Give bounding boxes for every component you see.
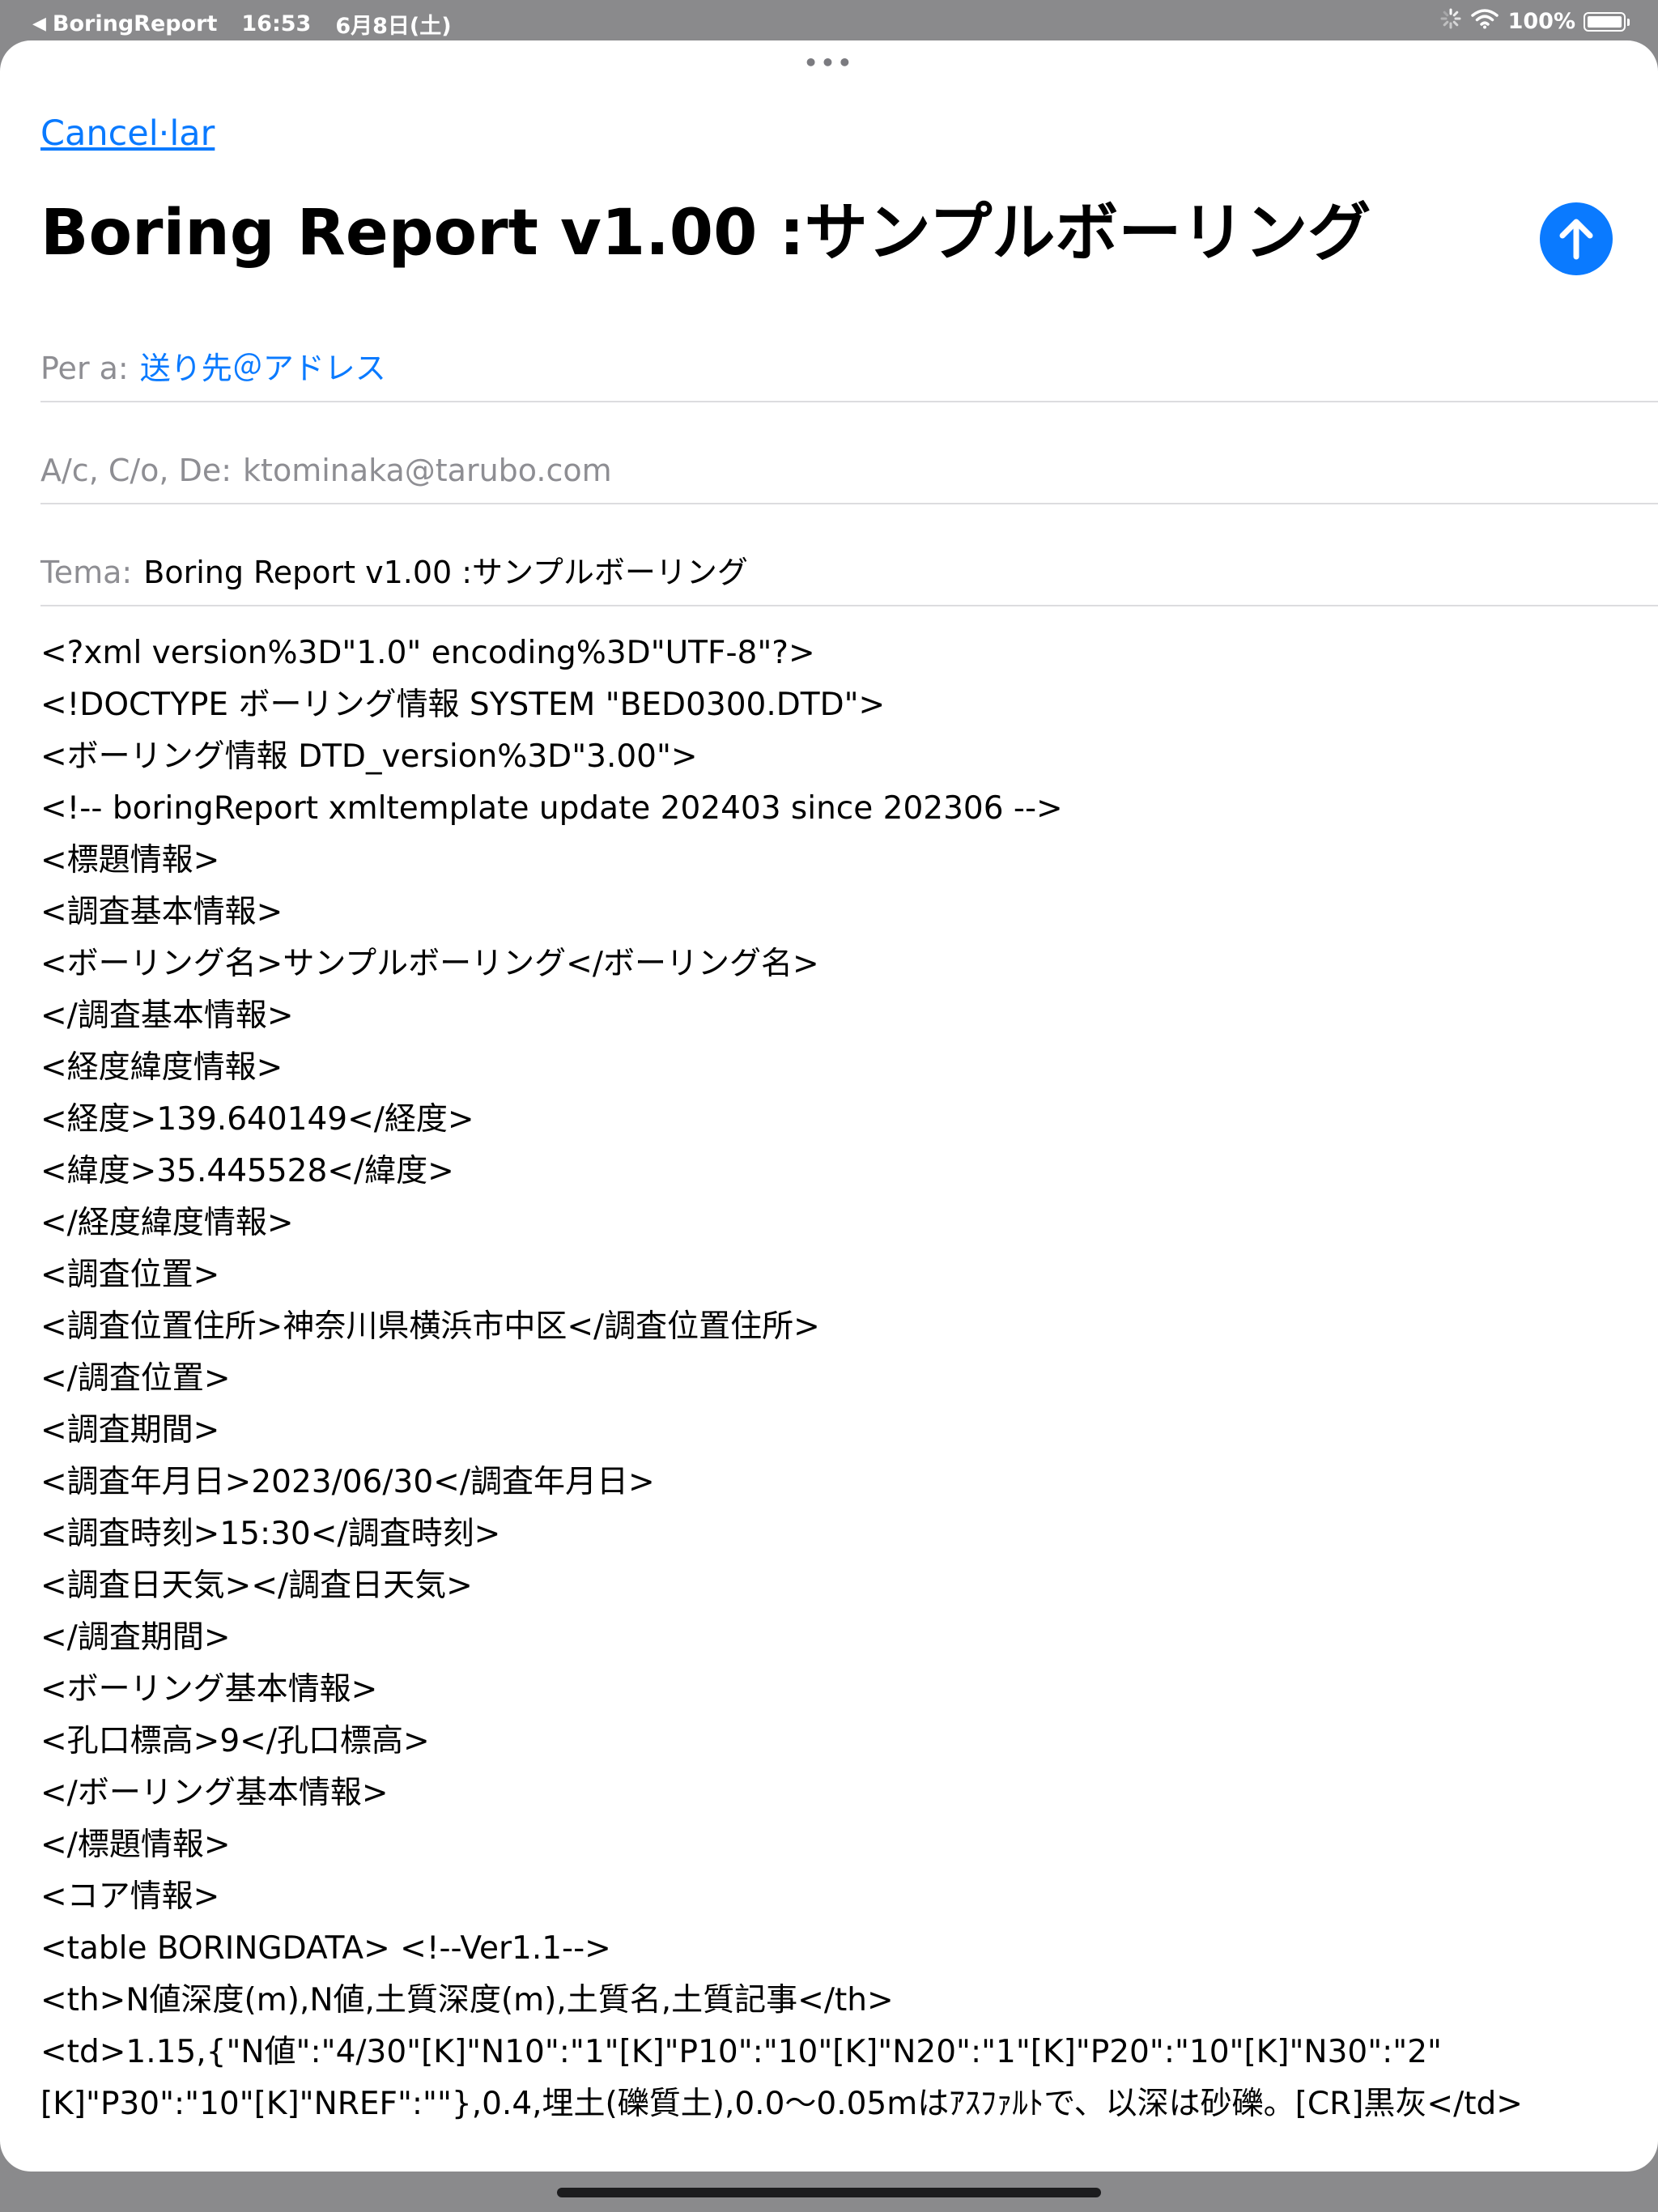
body-line: <調査日天気></調査日天気>	[40, 1568, 473, 1604]
body-line: <経度緯度情報>	[40, 1049, 283, 1086]
from-address: ktominaka@tarubo.com	[243, 453, 612, 488]
activity-spinner-icon	[1440, 8, 1461, 35]
body-line: </調査基本情報>	[40, 998, 294, 1034]
body-line: </標題情報>	[40, 1827, 231, 1863]
body-line: </ボーリング基本情報>	[40, 1775, 389, 1811]
subject-label: Tema:	[40, 555, 133, 590]
send-button[interactable]	[1540, 202, 1613, 275]
body-line: <標題情報>	[40, 842, 220, 878]
body-line: <経度>139.640149</経度>	[40, 1101, 474, 1138]
body-line: <調査年月日>2023/06/30</調査年月日>	[40, 1464, 655, 1500]
body-line: <調査位置>	[40, 1257, 220, 1293]
status-date: 6月8日(土)	[335, 14, 452, 39]
recipient-token[interactable]: 送り先＠アドレス	[140, 351, 386, 386]
body-line: <緯度>35.445528</緯度>	[40, 1153, 454, 1189]
body-line: </調査期間>	[40, 1619, 231, 1656]
status-time: 16:53	[241, 11, 312, 36]
sheet-grabber-icon[interactable]: •••	[0, 52, 1658, 74]
body-line: <table BORINGDATA> <!--Ver1.1-->	[40, 1930, 611, 1967]
compose-title: Boring Report v1.00 :サンプルボーリング	[40, 197, 1371, 270]
subject-field[interactable]: Tema: Boring Report v1.00 :サンプルボーリング	[40, 552, 1658, 593]
body-line: <!-- boringReport xmltemplate update 202…	[40, 790, 1063, 827]
cc-label: A/c, C/o, De:	[40, 453, 232, 488]
body-line: <ボーリング名>サンプルボーリング</ボーリング名>	[40, 946, 819, 982]
body-line: <td>1.15,{"N値":"4/30"[K]"N10":"1"[K]"P10…	[40, 2034, 1523, 2122]
wifi-icon	[1470, 8, 1499, 35]
status-bar: ◀ BoringReport 16:53 6月8日(土) 100%	[0, 0, 1658, 40]
battery-percent: 100%	[1507, 9, 1575, 34]
back-app-link[interactable]: BoringReport	[53, 11, 217, 36]
body-line: <孔口標高>9</孔口標高>	[40, 1723, 430, 1759]
to-label: Per a:	[40, 351, 129, 386]
divider	[40, 605, 1658, 606]
body-line: <調査位置住所>神奈川県横浜市中区</調査位置住所>	[40, 1308, 820, 1345]
body-line: <調査基本情報>	[40, 894, 283, 930]
divider	[40, 401, 1658, 402]
body-line: <th>N値深度(m),N値,土質深度(m),土質名,土質記事</th>	[40, 1982, 894, 2018]
to-field[interactable]: Per a: 送り先＠アドレス	[40, 348, 1658, 389]
body-line: </経度緯度情報>	[40, 1205, 294, 1241]
body-line: <?xml version%3D"1.0" encoding%3D"UTF-8"…	[40, 635, 815, 671]
body-line: <調査期間>	[40, 1412, 220, 1448]
compose-sheet: ••• Cancel·lar Boring Report v1.00 :サンプル…	[0, 40, 1658, 2172]
body-line: <ボーリング情報 DTD_version%3D"3.00">	[40, 738, 698, 775]
home-indicator[interactable]	[557, 2188, 1101, 2197]
status-left: ◀ BoringReport 16:53 6月8日(土)	[32, 8, 452, 40]
subject-input[interactable]: Boring Report v1.00 :サンプルボーリング	[143, 555, 748, 590]
status-right: 100%	[1440, 8, 1630, 35]
divider	[40, 503, 1658, 504]
body-line: <!DOCTYPE ボーリング情報 SYSTEM "BED0300.DTD">	[40, 687, 886, 723]
body-line: <ボーリング基本情報>	[40, 1671, 378, 1708]
arrow-up-icon	[1559, 219, 1593, 260]
body-line: <調査時刻>15:30</調査時刻>	[40, 1516, 501, 1552]
battery-icon	[1584, 11, 1630, 32]
cancel-button[interactable]: Cancel·lar	[40, 113, 215, 154]
body-line: </調査位置>	[40, 1360, 231, 1397]
cc-bcc-from-field[interactable]: A/c, C/o, De: ktominaka@tarubo.com	[40, 450, 1658, 491]
message-body[interactable]: <?xml version%3D"1.0" encoding%3D"UTF-8"…	[40, 627, 1627, 2130]
body-line: <コア情報>	[40, 1878, 220, 1915]
back-arrow-icon[interactable]: ◀	[32, 14, 46, 34]
